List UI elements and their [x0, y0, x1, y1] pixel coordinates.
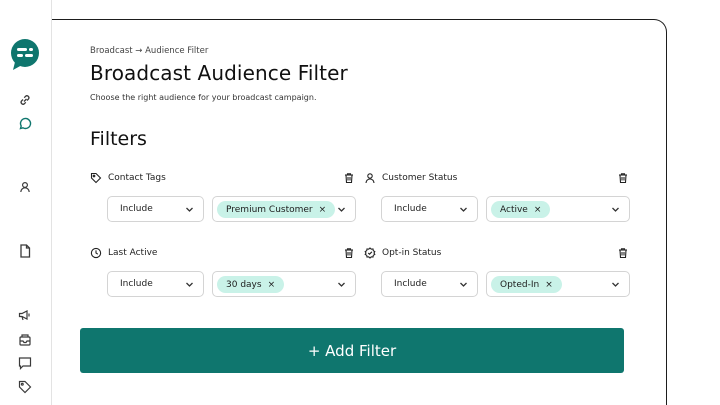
inbox-stack-icon[interactable] [17, 331, 33, 347]
link-icon[interactable] [17, 92, 33, 108]
chevron-down-icon [337, 280, 346, 289]
include-select-value: Include [120, 204, 153, 214]
value-select[interactable]: 30 days × [212, 271, 356, 297]
value-chip[interactable]: Premium Customer × [217, 201, 336, 218]
chip-remove-button[interactable]: × [319, 205, 327, 215]
filter-label: Opt-in Status [382, 248, 442, 258]
chevron-down-icon [611, 280, 620, 289]
user-icon [364, 172, 376, 184]
tag-icon [90, 172, 102, 184]
filter-opt-in-status: Opt-in Status Include Opted-In × [364, 245, 630, 297]
include-select[interactable]: Include [107, 271, 204, 297]
include-select-value: Include [394, 279, 427, 289]
file-icon[interactable] [17, 243, 33, 259]
trash-icon[interactable] [617, 247, 629, 259]
value-chip[interactable]: Active × [491, 201, 551, 218]
chevron-down-icon [185, 280, 194, 289]
badge-check-icon [364, 247, 376, 259]
chip-label: Premium Customer [226, 204, 313, 215]
breadcrumb[interactable]: Broadcast → Audience Filter [90, 46, 208, 56]
tag-icon[interactable] [17, 379, 33, 395]
chevron-down-icon [459, 280, 468, 289]
main-panel: Broadcast → Audience Filter Broadcast Au… [52, 19, 667, 405]
sidebar [0, 0, 52, 405]
chevron-down-icon [185, 205, 194, 214]
add-filter-button[interactable]: + Add Filter [80, 328, 624, 373]
clock-icon [90, 247, 102, 259]
value-select[interactable]: Opted-In × [486, 271, 630, 297]
chip-label: Opted-In [500, 279, 540, 290]
include-select[interactable]: Include [381, 196, 478, 222]
filter-customer-status: Customer Status Include Active × [364, 170, 630, 222]
chevron-down-icon [459, 205, 468, 214]
chevron-down-icon [611, 205, 620, 214]
trash-icon[interactable] [343, 247, 355, 259]
include-select[interactable]: Include [107, 196, 204, 222]
chat-logo-icon[interactable] [9, 38, 43, 72]
chip-label: Active [500, 204, 528, 215]
filter-label: Customer Status [382, 173, 458, 183]
value-chip[interactable]: Opted-In × [491, 276, 562, 293]
chip-label: 30 days [226, 279, 262, 290]
chip-remove-button[interactable]: × [545, 280, 553, 290]
trash-icon[interactable] [617, 172, 629, 184]
chip-remove-button[interactable]: × [268, 280, 276, 290]
trash-icon[interactable] [343, 172, 355, 184]
chat-square-icon[interactable] [17, 355, 33, 371]
app-window: Broadcast → Audience Filter Broadcast Au… [0, 0, 720, 405]
chevron-down-icon [337, 205, 346, 214]
user-icon[interactable] [17, 179, 33, 195]
include-select-value: Include [394, 204, 427, 214]
chip-remove-button[interactable]: × [534, 205, 542, 215]
filter-label: Last Active [108, 248, 158, 258]
value-select[interactable]: Active × [486, 196, 630, 222]
filter-label: Contact Tags [108, 173, 166, 183]
megaphone-icon[interactable] [17, 307, 33, 323]
include-select[interactable]: Include [381, 271, 478, 297]
page-title: Broadcast Audience Filter [90, 61, 348, 85]
filter-contact-tags: Contact Tags Include Premium Customer × [90, 170, 356, 222]
message-circle-icon[interactable] [17, 116, 33, 132]
include-select-value: Include [120, 279, 153, 289]
value-chip[interactable]: 30 days × [217, 276, 285, 293]
value-select[interactable]: Premium Customer × [212, 196, 356, 222]
filter-last-active: Last Active Include 30 days × [90, 245, 356, 297]
filters-heading: Filters [90, 128, 147, 150]
page-subtitle: Choose the right audience for your broad… [90, 93, 317, 102]
